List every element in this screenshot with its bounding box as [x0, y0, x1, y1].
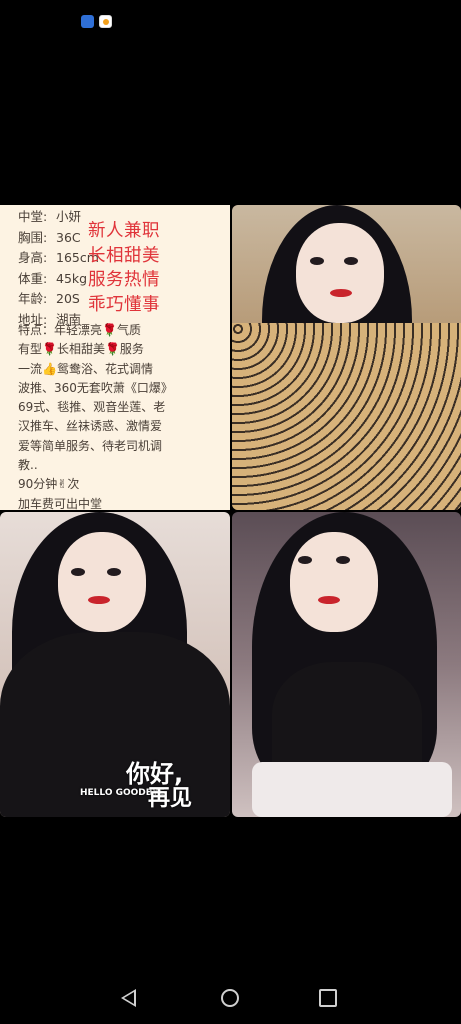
caption-main: 你好,: [126, 760, 184, 788]
face-shape: [290, 532, 378, 632]
image-collage[interactable]: 中堂: 小妍 胸围: 36C 身高: 165cm 体重: 45kg 年龄: 20S 地址:…: [0, 205, 461, 817]
photo-top-right: [232, 205, 461, 510]
navigation-bar: [0, 970, 461, 1024]
eye-shape: [107, 568, 121, 576]
eye-shape: [310, 257, 324, 265]
face-shape: [296, 223, 384, 323]
photo-bottom-left: 你好, HELLO GOODBYE 再见: [0, 512, 230, 817]
recent-apps-icon[interactable]: [319, 989, 337, 1007]
caption-sub: 再见: [148, 786, 193, 811]
eye-shape: [344, 257, 358, 265]
lip-shape: [330, 289, 352, 297]
eye-shape: [298, 556, 312, 564]
lip-shape: [318, 596, 340, 604]
eye-shape: [71, 568, 85, 576]
back-icon[interactable]: [121, 989, 136, 1007]
eye-shape: [336, 556, 350, 564]
highlight-text: 新人兼职 长相甜美 服务热情 乖巧懂事: [88, 221, 160, 315]
lip-shape: [88, 596, 110, 604]
white-skirt-shape: [252, 762, 452, 817]
home-icon[interactable]: [221, 989, 239, 1007]
features-text: 特点：年轻漂亮🌹气质 有型🌹长相甜美🌹服务 一流👍鸳鸯浴、花式调情 波推、360…: [18, 323, 173, 510]
sweater-shape: [232, 323, 461, 510]
face-shape: [58, 532, 146, 632]
photo-bottom-right: [232, 512, 461, 817]
profile-text-panel: 中堂: 小妍 胸围: 36C 身高: 165cm 体重: 45kg 年龄: 20S 地址:…: [0, 205, 230, 510]
status-bar: [0, 0, 461, 40]
app-badge-icon: [81, 15, 94, 28]
browser-icon: [99, 15, 112, 28]
